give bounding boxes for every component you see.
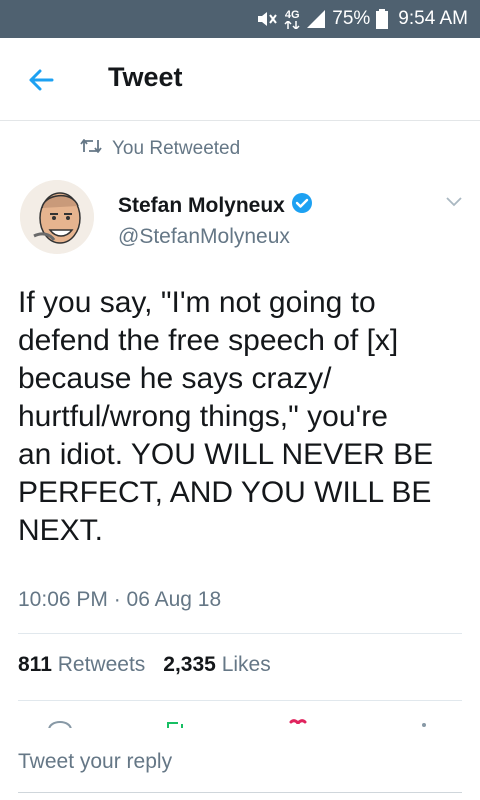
tweet-timestamp: 10:06 PM · 06 Aug 18 (18, 588, 222, 611)
tweet-text-line: an idiot. YOU WILL NEVER BE (18, 438, 434, 471)
back-arrow-icon[interactable] (26, 65, 56, 95)
reply-input-underline (18, 792, 462, 793)
reply-input[interactable]: Tweet your reply (18, 750, 172, 774)
tweet-text-line: because he says crazy/ (18, 362, 332, 395)
retweet-icon (80, 138, 102, 160)
signal-icon (306, 9, 326, 29)
retweets-label: Retweets (57, 653, 146, 676)
reply-icon[interactable] (46, 718, 74, 728)
app-bar: Tweet (0, 38, 480, 121)
avatar[interactable] (20, 180, 94, 254)
verified-badge-icon (291, 192, 313, 219)
heart-icon[interactable] (284, 718, 312, 728)
tweet-stats: 811 Retweets 2,335 Likes (18, 653, 271, 677)
network-type-icon: 4G (284, 8, 300, 29)
divider (18, 633, 462, 634)
status-bar-right: 4G 75% 9:54 AM (256, 0, 468, 38)
retweet-action-icon[interactable] (162, 718, 190, 728)
network-type-label: 4G (284, 8, 300, 21)
retweets-count: 811 (18, 653, 52, 676)
author-name-row[interactable]: Stefan Molyneux (118, 192, 313, 219)
author-handle[interactable]: @StefanMolyneux (118, 225, 290, 249)
battery-icon (376, 9, 389, 29)
tweet-text-line: PERFECT, AND YOU WILL BE (18, 476, 432, 509)
likes-count: 2,335 (163, 653, 216, 676)
divider (18, 700, 462, 701)
tweet-text-line: hurtful/wrong things," you're (18, 400, 388, 433)
clock: 9:54 AM (398, 8, 468, 29)
battery-percent: 75% (332, 8, 371, 29)
status-bar: 4G 75% 9:54 AM (0, 0, 480, 38)
page-title: Tweet (108, 62, 183, 92)
tweet-text-line: defend the free speech of [x] (18, 324, 399, 357)
retweet-context: You Retweeted (80, 138, 240, 160)
chevron-down-icon[interactable] (444, 195, 464, 214)
share-icon[interactable] (414, 718, 434, 728)
retweets-stat[interactable]: 811 Retweets (18, 653, 145, 677)
retweet-context-label: You Retweeted (112, 138, 241, 159)
tweet-text: If you say, "I'm not going to defend the… (18, 284, 468, 550)
likes-stat[interactable]: 2,335 Likes (163, 653, 270, 677)
mute-icon (256, 10, 278, 28)
tweet-text-line: NEXT. (18, 514, 104, 547)
action-bar (0, 714, 480, 728)
likes-label: Likes (221, 653, 271, 676)
tweet-text-line: If you say, "I'm not going to (18, 286, 376, 319)
author-name: Stefan Molyneux (118, 193, 285, 217)
